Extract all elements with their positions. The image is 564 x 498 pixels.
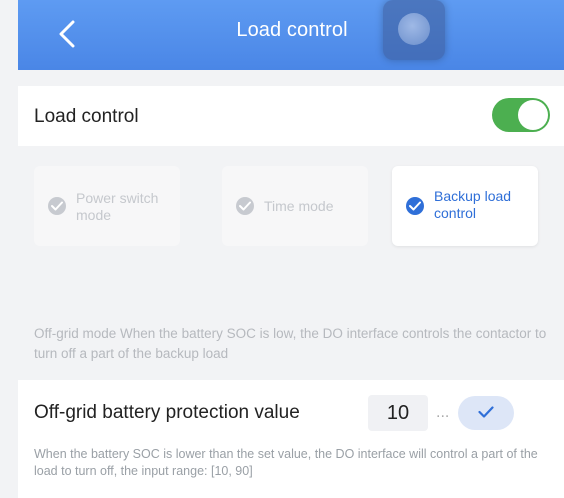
load-control-label: Load control (34, 106, 139, 127)
mode-backup-load[interactable]: Backup load control (392, 166, 538, 246)
check-circle-icon (48, 197, 66, 215)
protection-value-input[interactable]: 10 (368, 395, 428, 431)
toggle-knob (518, 100, 548, 130)
mode-time[interactable]: Time mode (222, 166, 368, 246)
mode-label: Backup load control (434, 188, 512, 221)
check-circle-icon (406, 197, 424, 215)
load-control-row: Load control (18, 86, 564, 146)
mode-description: Off-grid mode When the battery SOC is lo… (34, 326, 547, 361)
page-title: Load control (236, 19, 348, 41)
mode-label: Power switch mode (76, 190, 159, 223)
screen: Load control Load control Power switch m… (0, 0, 564, 498)
checkmark-icon (478, 406, 494, 418)
protection-hint: When the battery SOC is lower than the s… (34, 447, 538, 478)
protection-row: Off-grid battery protection value 10 ...… (18, 380, 564, 498)
content-area: Load control Power switch mode Time mode (18, 70, 564, 498)
mode-label: Time mode (264, 198, 334, 214)
load-control-toggle[interactable] (492, 98, 550, 132)
protection-label: Off-grid battery protection value (34, 402, 300, 423)
header-bar: Load control (18, 0, 564, 70)
confirm-button[interactable] (458, 396, 514, 430)
mode-power-switch[interactable]: Power switch mode (34, 166, 180, 246)
check-circle-icon (236, 197, 254, 215)
assistive-dot-icon (398, 13, 430, 45)
ellipsis-text: ... (436, 404, 450, 421)
floating-assistive-button[interactable] (383, 0, 445, 60)
